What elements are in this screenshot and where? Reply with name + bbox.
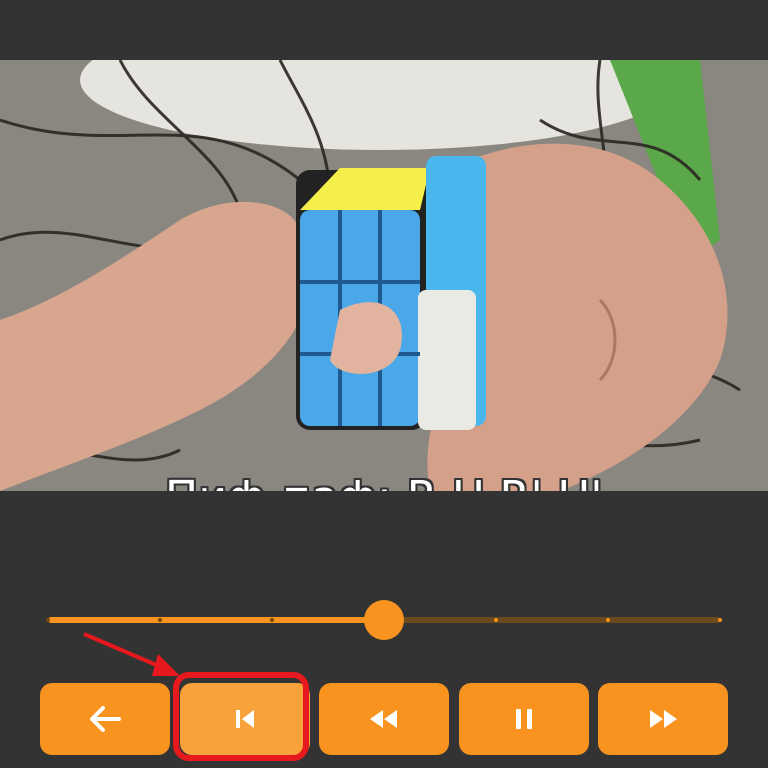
seek-tick [494,618,499,622]
fast-forward-button[interactable] [598,683,728,755]
pause-icon [516,709,532,729]
seek-tick [718,618,722,622]
seek-tick [158,618,163,622]
fast-forward-icon [650,710,677,728]
seek-thumb[interactable] [364,600,404,640]
seek-tick [605,618,610,622]
seek-tick [269,618,274,622]
subtitle-text: Пиф-паф: R U R' U' [0,472,768,491]
rewind-icon [370,710,397,728]
seek-tick [46,618,50,622]
video-frame[interactable]: Пиф-паф: R U R' U' [0,60,768,491]
seek-progress [48,617,384,623]
highlight-box [173,672,309,761]
arrow-left-icon [90,706,121,732]
back-button[interactable] [40,683,170,755]
video-content [0,60,768,491]
pause-button[interactable] [459,683,589,755]
seek-bar[interactable] [46,600,722,640]
rewind-button[interactable] [319,683,449,755]
